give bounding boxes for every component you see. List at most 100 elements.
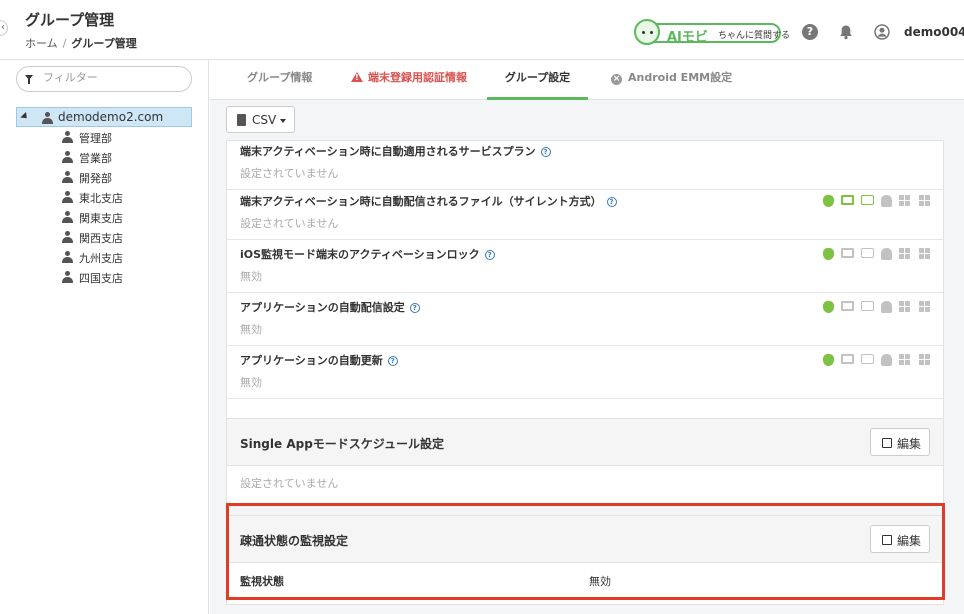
windows-icon [899, 195, 910, 206]
windows-legacy-icon [919, 248, 930, 259]
setting-value: 設定されていません [240, 167, 339, 180]
group-icon [62, 131, 73, 143]
breadcrumb-separator: / [62, 37, 67, 50]
edit-icon [882, 438, 892, 448]
setting-title-wrap: 端末アクティベーション時に自動適用されるサービスプラン? [240, 143, 551, 159]
filter-box [16, 66, 192, 92]
tree-root-label: demodemo2.com [58, 110, 164, 124]
tree-item-label: 関東支店 [79, 212, 123, 225]
tree-item-label: 管理部 [79, 132, 112, 145]
aimobi-button[interactable]: AIモビ ちゃんに質問する [634, 19, 790, 45]
header: ‹ グループ管理 ホーム / グループ管理 AIモビ ちゃんに質問する ? demo… [0, 0, 964, 60]
edit-button-label: 編集 [897, 437, 922, 451]
tab-android-emm[interactable]: × Android EMM設定 [611, 60, 732, 100]
platform-icons [823, 248, 933, 262]
panel-title: Single Appモードスケジュール設定 [240, 437, 444, 451]
page-title: グループ管理 [25, 11, 115, 29]
chevron-down-icon [280, 119, 286, 123]
single-app-schedule-panel: Single Appモードスケジュール設定 編集 設定されていません [226, 418, 944, 506]
expand-caret-icon[interactable] [20, 111, 30, 122]
apple-tv-icon [861, 195, 874, 205]
mac-icon [841, 195, 854, 205]
tab-group-info[interactable]: グループ情報 [247, 60, 312, 100]
tree-item-label: 九州支店 [79, 252, 123, 265]
x-circle-icon: × [611, 74, 622, 85]
edit-button[interactable]: 編集 [870, 428, 930, 456]
setting-row: アプリケーションの自動配信設定? 無効 [227, 293, 943, 346]
windows-legacy-icon [919, 195, 930, 206]
mac-icon [841, 248, 854, 258]
filter-icon [25, 75, 33, 84]
help-circle-icon[interactable]: ? [484, 250, 495, 260]
help-circle-icon[interactable]: ? [387, 356, 398, 366]
group-icon [42, 112, 53, 124]
setting-title-wrap: 端末アクティベーション時に自動配信されるファイル（サイレント方式）? [240, 193, 617, 209]
tree-root-domain[interactable]: demodemo2.com [16, 107, 192, 127]
tree-item-label: 開発部 [79, 172, 112, 185]
tab-label: グループ設定 [504, 71, 571, 84]
tree-item-label: 関西支店 [79, 232, 123, 245]
aimobi-label: AIモビ [667, 30, 708, 45]
filter-input[interactable] [43, 71, 183, 84]
setting-row: iOS監視モード端末のアクティベーションロック? 無効 [227, 240, 943, 293]
csv-button-label: CSV [252, 113, 277, 127]
breadcrumb: ホーム / グループ管理 [25, 35, 137, 51]
setting-title-wrap: アプリケーションの自動配信設定? [240, 299, 420, 315]
apple-tv-icon [861, 354, 874, 364]
tree-item-label: 東北支店 [79, 192, 123, 205]
apple-tv-icon [861, 248, 874, 258]
apple-icon [823, 195, 834, 207]
setting-value: 無効 [240, 323, 262, 336]
tab-group-settings[interactable]: グループ設定 [487, 60, 588, 100]
mac-icon [841, 301, 854, 311]
panel-header: Single Appモードスケジュール設定 編集 [227, 419, 943, 466]
sidebar-collapse-icon[interactable]: ‹ [0, 20, 8, 36]
bell-icon[interactable] [838, 24, 854, 40]
setting-value: 無効 [240, 376, 262, 389]
breadcrumb-home[interactable]: ホーム [25, 37, 58, 50]
group-icon [62, 151, 73, 163]
breadcrumb-current: グループ管理 [71, 37, 137, 50]
setting-title: 端末アクティベーション時に自動適用されるサービスプラン [240, 145, 536, 158]
mac-icon [841, 354, 854, 364]
setting-value: 無効 [240, 270, 262, 283]
setting-row: 端末アクティベーション時に自動配信されるファイル（サイレント方式）? 設定されてい… [227, 187, 943, 240]
help-icon[interactable]: ? [802, 24, 818, 40]
group-icon [62, 251, 73, 263]
user-avatar-icon[interactable] [874, 24, 890, 40]
group-icon [62, 211, 73, 223]
empty-state-text: 設定されていません [240, 477, 339, 490]
csv-dropdown-button[interactable]: CSV [226, 106, 295, 133]
tab-label: Android EMM設定 [628, 71, 733, 84]
setting-title-wrap: iOS監視モード端末のアクティベーションロック? [240, 246, 495, 262]
setting-title: アプリケーションの自動更新 [240, 354, 383, 367]
android-icon [881, 248, 892, 260]
android-icon [881, 195, 892, 207]
help-circle-icon[interactable]: ? [409, 303, 420, 313]
user-name[interactable]: demo004 [904, 25, 964, 39]
tab-bar: グループ情報 端末登録用認証情報 グループ設定 × Android EMM設定 [210, 60, 964, 100]
windows-legacy-icon [919, 301, 930, 312]
platform-icons [823, 354, 933, 368]
tab-label: 端末登録用認証情報 [368, 71, 467, 84]
help-circle-icon[interactable]: ? [540, 147, 551, 157]
setting-value: 設定されていません [240, 217, 339, 230]
android-icon [881, 301, 892, 313]
windows-icon [899, 301, 910, 312]
setting-row: 端末アクティベーション時に自動適用されるサービスプラン? 設定されていません [227, 137, 943, 190]
apple-icon [823, 354, 834, 366]
tab-registration-auth[interactable]: 端末登録用認証情報 [351, 60, 467, 100]
aimobi-mascot-icon [634, 19, 660, 45]
settings-panel: 端末アクティベーション時に自動適用されるサービスプラン? 設定されていません 端末ア… [226, 140, 944, 458]
setting-title-wrap: アプリケーションの自動更新? [240, 352, 398, 368]
apple-icon [823, 248, 834, 260]
warning-icon [351, 72, 363, 82]
csv-file-icon [237, 114, 246, 126]
group-icon [62, 231, 73, 243]
aimobi-sub-label: ちゃんに質問する [718, 31, 791, 41]
windows-legacy-icon [919, 354, 930, 365]
tree-item-label: 四国支店 [79, 272, 123, 285]
help-circle-icon[interactable]: ? [606, 197, 617, 207]
sidebar: demodemo2.com 管理部 営業部 開発部 東北支店 関東支店 関西支店… [0, 60, 209, 614]
android-icon [881, 354, 892, 366]
